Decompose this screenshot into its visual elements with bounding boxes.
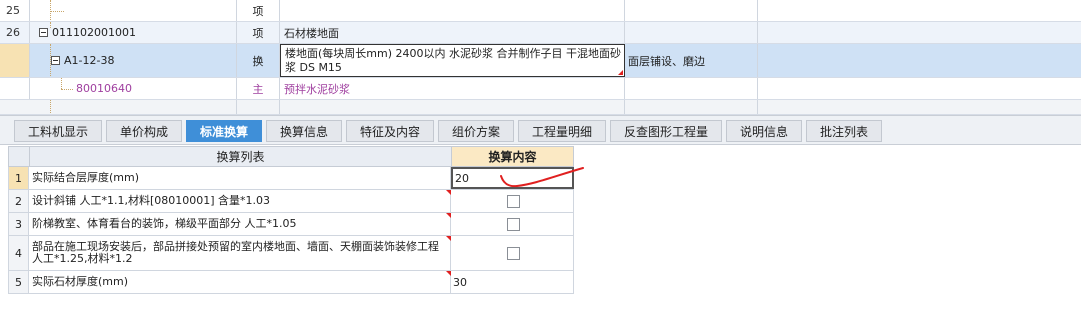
feature-cell: 面层铺设、磨边 <box>625 44 758 77</box>
row-number <box>0 44 30 77</box>
stair-classroom-checkbox[interactable] <box>506 217 520 231</box>
slant-laying-checkbox[interactable] <box>506 194 520 208</box>
feature-cell <box>625 78 758 99</box>
tab-standard-conversion[interactable]: 标准换算 <box>186 120 262 142</box>
grid-row-selected[interactable]: A1-12-38 换 楼地面(每块周长mm) 2400以内 水泥砂浆 合并制作子… <box>0 44 1081 78</box>
tab-quantity-detail[interactable]: 工程量明细 <box>518 120 606 142</box>
row-index: 5 <box>8 271 29 293</box>
header-conversion-list: 换算列表 <box>29 146 452 167</box>
row-index: 4 <box>8 236 29 270</box>
grid-row-material[interactable]: 80010640 主 预拌水泥砂浆 <box>0 78 1081 100</box>
tab-description[interactable]: 说明信息 <box>726 120 802 142</box>
code-text: 80010640 <box>76 82 132 95</box>
conversion-text: 阶梯教室、体育看台的装饰，梯级平面部分 人工*1.05 <box>29 213 451 235</box>
conversion-text: 部品在施工现场安装后，部品拼接处预留的室内楼地面、墙面、天棚面装饰装修工程 人工… <box>29 236 451 270</box>
code-cell <box>30 0 237 21</box>
grid-row-26[interactable]: 26 011102001001 项 石材楼地面 <box>0 22 1081 44</box>
checkbox-cell <box>451 236 574 270</box>
prefab-joint-checkbox[interactable] <box>506 246 520 260</box>
conversion-text: 实际石材厚度(mm) <box>29 271 451 293</box>
conversion-text: 实际结合层厚度(mm) <box>29 167 451 189</box>
code-text: 011102001001 <box>52 26 136 39</box>
table-corner <box>8 146 30 167</box>
row-number: 25 <box>0 0 30 21</box>
feature-cell <box>625 0 758 21</box>
conversion-row-4[interactable]: 4 部品在施工现场安装后，部品拼接处预留的室内楼地面、墙面、天棚面装饰装修工程 … <box>8 236 574 271</box>
name-cell: 石材楼地面 <box>280 22 625 43</box>
tab-comments[interactable]: 批注列表 <box>806 120 882 142</box>
unit-cell: 项 <box>237 0 280 21</box>
conversion-row-5[interactable]: 5 实际石材厚度(mm) 30 <box>8 271 574 294</box>
code-cell: 80010640 <box>30 78 237 99</box>
collapse-icon[interactable] <box>51 56 60 65</box>
grid-row-partial <box>0 100 1081 115</box>
row-index: 1 <box>8 167 29 189</box>
conversion-row-1[interactable]: 1 实际结合层厚度(mm) 20 <box>8 167 574 190</box>
note-marker-icon <box>618 70 623 75</box>
tab-bar: 工料机显示 单价构成 标准换算 换算信息 特征及内容 组价方案 工程量明细 反查… <box>0 115 1081 145</box>
feature-cell <box>625 100 758 114</box>
annotation-scribble <box>500 167 584 188</box>
unit-cell: 换 <box>237 44 280 77</box>
tab-pricing-plan[interactable]: 组价方案 <box>438 120 514 142</box>
conversion-row-2[interactable]: 2 设计斜铺 人工*1.1,材料[08010001] 含量*1.03 <box>8 190 574 213</box>
code-text: A1-12-38 <box>64 54 115 67</box>
name-cell <box>280 100 625 114</box>
extra-cell <box>758 44 1081 77</box>
unit-cell: 主 <box>237 78 280 99</box>
stone-thickness-value[interactable]: 30 <box>451 271 574 293</box>
collapse-icon[interactable] <box>39 28 48 37</box>
checkbox-cell <box>451 190 574 212</box>
code-cell: 011102001001 <box>30 22 237 43</box>
conversion-row-3[interactable]: 3 阶梯教室、体育看台的装饰，梯级平面部分 人工*1.05 <box>8 213 574 236</box>
row-index: 2 <box>8 190 29 212</box>
name-cell: 预拌水泥砂浆 <box>280 78 625 99</box>
feature-cell <box>625 22 758 43</box>
unit-cell: 项 <box>237 22 280 43</box>
tab-conversion-info[interactable]: 换算信息 <box>266 120 342 142</box>
code-cell: A1-12-38 <box>30 44 237 77</box>
row-number: 26 <box>0 22 30 43</box>
extra-cell <box>758 78 1081 99</box>
name-cell <box>280 0 625 21</box>
row-number <box>0 78 30 99</box>
grid-row-25[interactable]: 25 项 <box>0 0 1081 22</box>
tab-labor-material[interactable]: 工料机显示 <box>14 120 102 142</box>
code-cell <box>30 100 237 114</box>
tab-reverse-graphic-quantity[interactable]: 反查图形工程量 <box>610 120 722 142</box>
extra-cell <box>758 22 1081 43</box>
row-index: 3 <box>8 213 29 235</box>
unit-cell <box>237 100 280 114</box>
tab-unit-price[interactable]: 单价构成 <box>106 120 182 142</box>
name-cell[interactable]: 楼地面(每块周长mm) 2400以内 水泥砂浆 合并制作子目 干混地面砂浆 DS… <box>280 44 625 77</box>
checkbox-cell <box>451 213 574 235</box>
conversion-text: 设计斜铺 人工*1.1,材料[08010001] 含量*1.03 <box>29 190 451 212</box>
name-text: 楼地面(每块周长mm) 2400以内 水泥砂浆 合并制作子目 干混地面砂浆 DS… <box>285 47 621 74</box>
tab-features-content[interactable]: 特征及内容 <box>346 120 434 142</box>
extra-cell <box>758 0 1081 21</box>
